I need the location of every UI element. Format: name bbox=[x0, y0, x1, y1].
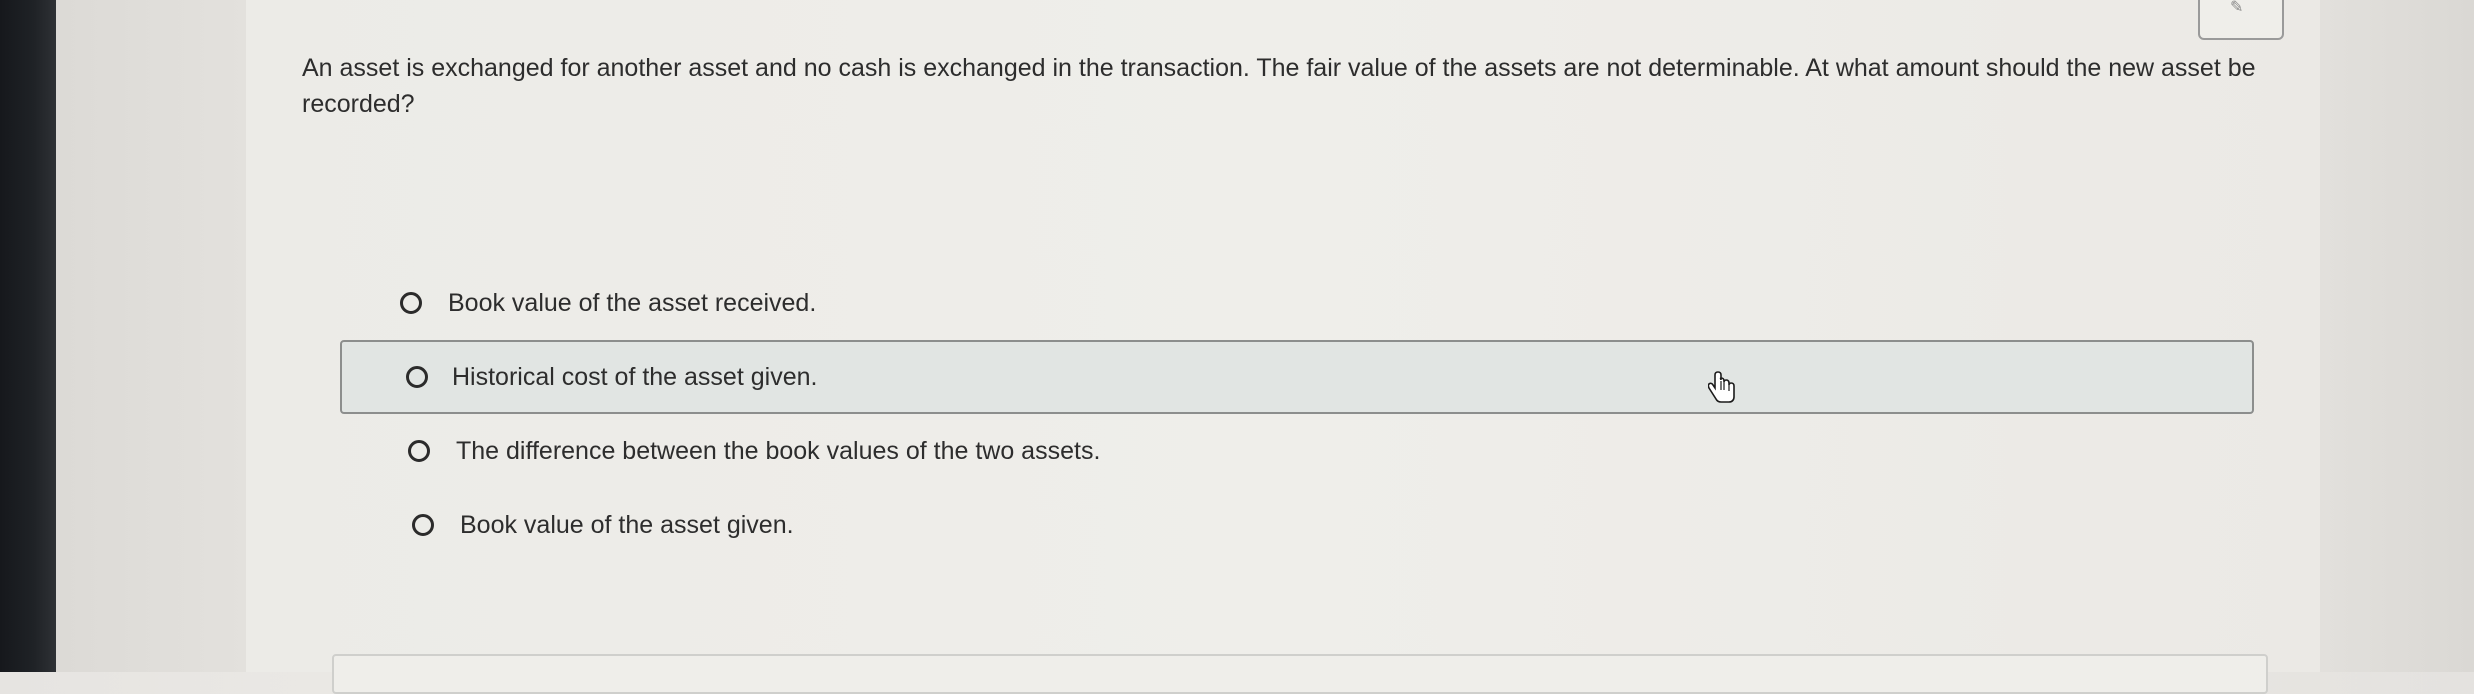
radio-button-icon[interactable] bbox=[400, 292, 422, 314]
choice-option-3[interactable]: The difference between the book values o… bbox=[344, 414, 2258, 488]
choice-label: Historical cost of the asset given. bbox=[452, 362, 818, 391]
radio-button-icon[interactable] bbox=[412, 514, 434, 536]
top-right-button[interactable]: ✎ bbox=[2198, 0, 2284, 40]
right-margin-panel bbox=[2320, 0, 2474, 672]
radio-button-icon[interactable] bbox=[406, 366, 428, 388]
choice-option-4[interactable]: Book value of the asset given. bbox=[348, 488, 2262, 562]
radio-button-icon[interactable] bbox=[408, 440, 430, 462]
choice-label: Book value of the asset received. bbox=[448, 288, 817, 317]
screen-bezel bbox=[0, 0, 56, 672]
choice-option-2[interactable]: Historical cost of the asset given. bbox=[340, 340, 2254, 414]
left-margin-panel bbox=[56, 0, 246, 672]
choice-option-1[interactable]: Book value of the asset received. bbox=[336, 266, 2250, 340]
choice-label: The difference between the book values o… bbox=[456, 436, 1101, 465]
pencil-icon: ✎ bbox=[2230, 0, 2244, 16]
answer-choices: Book value of the asset received. Histor… bbox=[340, 266, 2254, 562]
next-section-box bbox=[332, 654, 2268, 694]
question-text: An asset is exchanged for another asset … bbox=[302, 54, 2256, 118]
choice-label: Book value of the asset given. bbox=[460, 510, 794, 539]
hand-pointer-icon bbox=[1708, 371, 1735, 403]
